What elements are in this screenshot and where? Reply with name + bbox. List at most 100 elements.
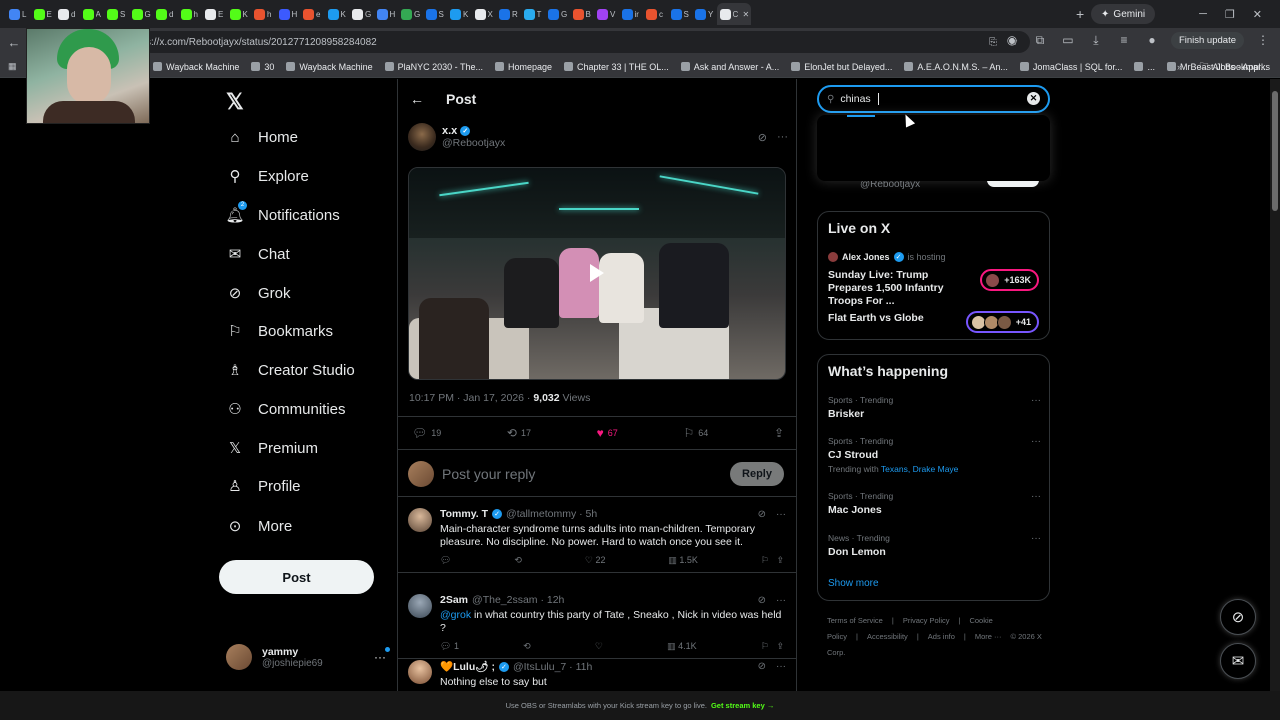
repost-icon[interactable]: ⟲ — [514, 555, 522, 566]
reply-author-name[interactable]: 🧡Lulu🌶 ; — [440, 660, 495, 673]
reply-more-icon[interactable]: ··· — [776, 661, 786, 672]
bookmark-action[interactable]: ⚐ 64 — [683, 426, 708, 440]
browser-tab[interactable]: G — [398, 3, 423, 25]
bookmark-item[interactable]: Chapter 33 | THE OL... — [564, 62, 669, 72]
live-item-title[interactable]: Flat Earth vs Globe — [828, 312, 973, 325]
live-item-title[interactable]: Sunday Live: Trump Prepares 1,500 Infant… — [828, 269, 973, 308]
finish-update-button[interactable]: Finish update — [1170, 31, 1244, 49]
browser-tab[interactable]: S — [423, 3, 448, 25]
reply-avatar[interactable] — [408, 660, 432, 684]
footer-link[interactable]: Ads info — [928, 632, 955, 641]
trend-item[interactable]: Sports · Trending CJ Stroud Trending with … — [828, 436, 1041, 474]
reply-item[interactable]: 2Sam @The_2ssam · 12h ⊘ ··· @grok in what… — [398, 584, 796, 659]
post-more-icon[interactable]: ··· — [777, 131, 788, 144]
browser-tab[interactable]: K — [325, 3, 350, 25]
browser-tab[interactable]: H — [276, 3, 301, 25]
browser-tab[interactable]: K — [447, 3, 472, 25]
browser-tab[interactable]: h — [178, 3, 203, 25]
grok-fab-icon[interactable]: ⊘ — [1220, 599, 1256, 635]
page-scrollbar[interactable] — [1270, 79, 1280, 691]
trend-context-links[interactable]: Texans, Drake Maye — [881, 464, 958, 474]
browser-tab[interactable]: G — [129, 3, 154, 25]
grok-icon[interactable]: ⊘ — [758, 595, 766, 606]
back-icon[interactable]: ← — [0, 35, 28, 50]
live-host[interactable]: Alex Jones ✓ is hosting — [828, 252, 946, 262]
footer-link[interactable]: Privacy Policy — [903, 616, 950, 625]
live-listeners-pill[interactable]: +163K — [980, 269, 1039, 291]
search-input[interactable]: ⚲ chinas ✕ — [817, 85, 1050, 113]
bookmark-item[interactable]: Homepage — [494, 62, 552, 72]
play-icon[interactable] — [590, 264, 604, 282]
nav-item-more[interactable]: ⊙ More — [226, 517, 292, 536]
nav-item-explore[interactable]: ⚲ Explore — [226, 167, 309, 186]
nav-item-notifications[interactable]: 🔔︎ 2 Notifications — [225, 201, 340, 224]
browser-tab[interactable]: Y — [692, 3, 717, 25]
reply-author-name[interactable]: 2Sam — [440, 594, 468, 606]
share-icon[interactable]: ⇪ — [776, 555, 784, 565]
like-action[interactable]: ♡ 22 — [585, 555, 606, 566]
browser-tab[interactable]: X — [472, 3, 497, 25]
live-listeners-pill[interactable]: +41 — [965, 311, 1039, 333]
share-action[interactable]: ⇪ — [774, 426, 784, 440]
bookmark-item[interactable]: JomaClass | SQL for... — [1019, 62, 1122, 72]
all-bookmarks[interactable]: 🗀 All Bookmarks — [1199, 59, 1270, 75]
browser-tab[interactable]: e — [300, 3, 325, 25]
bookmark-item[interactable]: A.E.A.O.N.M.S. – An... — [904, 62, 1008, 72]
footer-link[interactable]: Accessibility — [867, 632, 908, 641]
nav-item-communities[interactable]: ⚇ Communities — [226, 400, 345, 419]
bookmark-item[interactable]: Ask and Answer - A... — [680, 62, 779, 72]
messages-fab-icon[interactable]: ✉ — [1220, 643, 1256, 679]
browser-tab[interactable]: R — [496, 3, 521, 25]
trend-more-icon[interactable]: ··· — [1031, 395, 1041, 406]
browser-tab[interactable]: d — [153, 3, 178, 25]
views-action[interactable]: ▥ 1.5K — [668, 555, 698, 566]
account-more-icon[interactable]: ··· — [374, 647, 390, 664]
reply-avatar[interactable] — [408, 594, 432, 618]
bookmark-item[interactable]: Wayback Machine — [153, 62, 239, 72]
browser-tab[interactable]: C ✕ — [716, 3, 751, 25]
video-player[interactable] — [408, 167, 786, 380]
browser-tab[interactable]: d — [55, 3, 80, 25]
restore-icon[interactable]: ❐ — [1225, 8, 1235, 21]
browser-tab[interactable]: G — [545, 3, 570, 25]
new-tab-button[interactable]: + — [1069, 6, 1091, 22]
reply-more-icon[interactable]: ··· — [776, 595, 786, 606]
apps-grid-icon[interactable]: ▦ — [8, 61, 17, 72]
grok-icon[interactable]: ⊘ — [758, 131, 767, 144]
bookmark-item[interactable]: Wayback Machine — [286, 62, 373, 72]
browser-tab[interactable]: G — [349, 3, 374, 25]
bookmark-item[interactable]: ElonJet but Delayed... — [791, 62, 892, 72]
mention-link[interactable]: @grok — [440, 609, 471, 621]
browser-tab[interactable]: h — [251, 3, 276, 25]
gemini-button[interactable]: ✦ Gemini — [1091, 4, 1156, 24]
post-timestamp[interactable]: 10:17 PM · Jan 17, 2026 · — [409, 392, 533, 404]
reply-action[interactable]: 💬︎ 19 — [412, 426, 441, 440]
extension-shield-icon[interactable]: ◉ — [1003, 31, 1021, 49]
grok-icon[interactable]: ⊘ — [758, 509, 766, 520]
footer-link[interactable]: More ··· — [975, 632, 1002, 641]
bookmark-icon[interactable]: ⚐ — [761, 555, 769, 565]
reply-author-handle[interactable]: @tallmetommy · 5h — [506, 508, 597, 520]
nav-item-chat[interactable]: ✉ Chat — [226, 245, 290, 264]
browser-tab[interactable]: c — [643, 3, 668, 25]
reply-author-handle[interactable]: @The_2ssam · 12h — [472, 594, 564, 606]
browser-tab[interactable]: V — [594, 3, 619, 25]
clear-search-icon[interactable]: ✕ — [1027, 92, 1040, 105]
browser-tab[interactable]: B — [570, 3, 595, 25]
browser-tab[interactable]: S — [104, 3, 129, 25]
sidepanel-icon[interactable]: ▭ — [1059, 31, 1077, 49]
reply-author-handle[interactable]: @ItsLulu_7 · 11h — [513, 661, 592, 673]
close-tab-icon[interactable]: ✕ — [743, 10, 750, 19]
profile-avatar-icon[interactable]: ● — [1143, 31, 1161, 49]
browser-menu-icon[interactable]: ⋮ — [1254, 31, 1272, 49]
browser-tab[interactable]: A — [80, 3, 105, 25]
post-button[interactable]: Post — [219, 560, 374, 594]
trend-more-icon[interactable]: ··· — [1031, 436, 1041, 447]
nav-item-grok[interactable]: ⊘ Grok — [226, 284, 291, 303]
more-bookmarks-icon[interactable]: » — [1177, 62, 1182, 72]
trend-item[interactable]: Sports · Trending Brisker ··· — [828, 395, 1041, 420]
trend-item[interactable]: Sports · Trending Mac Jones ··· — [828, 491, 1041, 516]
back-arrow-icon[interactable]: ← — [410, 91, 424, 107]
reply-more-icon[interactable]: ··· — [776, 509, 786, 520]
browser-tab[interactable]: ir — [619, 3, 644, 25]
